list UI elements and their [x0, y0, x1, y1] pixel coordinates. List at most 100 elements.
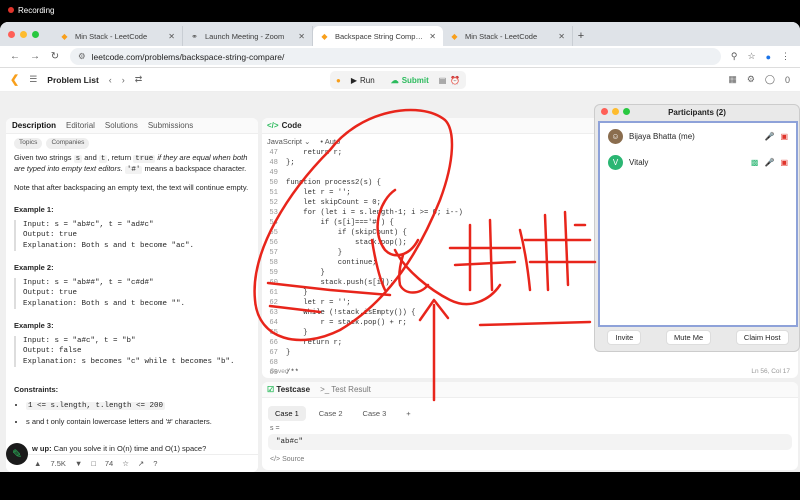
- run-button[interactable]: ▶ Run: [345, 76, 381, 85]
- timer-icon[interactable]: ⏰: [450, 76, 460, 85]
- help-icon[interactable]: ?: [153, 459, 157, 468]
- record-dot-icon: [8, 7, 14, 13]
- dislike-icon[interactable]: ▼: [75, 459, 82, 468]
- like-icon[interactable]: ▲: [34, 459, 41, 468]
- browser-tab[interactable]: ⚭ Launch Meeting - Zoom ✕: [183, 26, 313, 46]
- close-window-icon[interactable]: [8, 30, 15, 38]
- share-icon[interactable]: ↗: [138, 459, 144, 468]
- zoom-lens-icon[interactable]: ⚲: [731, 51, 738, 62]
- reload-icon[interactable]: ↻: [50, 51, 60, 62]
- add-case-icon[interactable]: +: [399, 406, 417, 421]
- submit-button[interactable]: ☁ Submit: [385, 76, 435, 85]
- line-code: for (let i = s.length-1; i >= 0; i--): [286, 209, 463, 217]
- line-number: 50: [269, 179, 278, 187]
- back-icon[interactable]: ←: [10, 51, 20, 62]
- line-number: 62: [269, 299, 278, 307]
- claim-host-button[interactable]: Claim Host: [735, 330, 789, 345]
- tab-submissions[interactable]: Submissions: [148, 121, 193, 130]
- example-title: Example 2:: [14, 263, 54, 272]
- profile-icon[interactable]: ●: [766, 52, 771, 62]
- close-window-icon[interactable]: [601, 108, 608, 115]
- debug-icon[interactable]: ●: [336, 76, 341, 85]
- cursor-position: Ln 56, Col 17: [751, 367, 790, 375]
- minimize-window-icon[interactable]: [612, 108, 619, 115]
- next-problem-icon[interactable]: ›: [122, 75, 125, 85]
- microphone-icon[interactable]: 🎤: [764, 158, 774, 167]
- browser-tab[interactable]: ◆ Min Stack - LeetCode ✕: [443, 26, 573, 46]
- tab-test-result[interactable]: >_ Test Result: [320, 385, 371, 394]
- close-tab-icon[interactable]: ✕: [558, 32, 565, 41]
- site-info-icon[interactable]: ⚙: [78, 51, 86, 62]
- example-1: Example 1: Input: s = "ab#c", t = "ad#c"…: [14, 205, 250, 251]
- line-code: while (!stack.isEmpty()) {: [286, 309, 416, 317]
- problem-list-link[interactable]: Problem List: [47, 75, 98, 85]
- companies-chip[interactable]: Companies: [46, 138, 90, 149]
- case-tab-3[interactable]: Case 3: [356, 406, 394, 421]
- line-number: 48: [269, 159, 278, 167]
- maximize-window-icon[interactable]: [32, 30, 39, 38]
- layout-icon[interactable]: ▦: [728, 74, 737, 85]
- maximize-window-icon[interactable]: [623, 108, 630, 115]
- test-result-label: Test Result: [331, 385, 371, 394]
- line-number: 51: [269, 189, 278, 197]
- leetcode-logo-icon[interactable]: ❮: [10, 73, 19, 86]
- coins-icon[interactable]: ◯: [765, 74, 775, 85]
- example-input: Input: s = "ab##", t = "c#d#": [23, 278, 154, 287]
- close-tab-icon[interactable]: ✕: [429, 32, 436, 41]
- tab-title: Min Stack - LeetCode: [75, 31, 148, 41]
- line-code: stack.push(s[i]);: [286, 279, 394, 287]
- video-off-icon[interactable]: ▣: [780, 132, 788, 141]
- new-tab-icon[interactable]: +: [573, 26, 589, 46]
- participants-header: Participants (2): [595, 105, 799, 119]
- settings-icon[interactable]: ⚙: [747, 74, 755, 85]
- line-code: }: [286, 249, 343, 257]
- prev-problem-icon[interactable]: ‹: [109, 75, 112, 85]
- example-title: Example 1:: [14, 205, 54, 214]
- comment-icon[interactable]: □: [91, 459, 96, 468]
- forward-icon[interactable]: →: [30, 51, 40, 62]
- topics-chip[interactable]: Topics: [14, 138, 43, 149]
- code-s: s: [73, 154, 83, 163]
- line-number: 61: [269, 289, 278, 297]
- shuffle-icon[interactable]: ⇄: [135, 74, 143, 85]
- mute-me-button[interactable]: Mute Me: [666, 330, 712, 345]
- participants-list: ☺ Bijaya Bhatta (me) 🎤 ▣ V Vitaly ▩ 🎤 ▣: [598, 121, 798, 327]
- case-input[interactable]: "ab#c": [268, 434, 792, 450]
- microphone-icon[interactable]: 🎤: [764, 132, 774, 141]
- browser-menu-icon[interactable]: ⋮: [781, 51, 790, 62]
- minimize-window-icon[interactable]: [20, 30, 27, 38]
- constraints-list: 1 <= s.length, t.length <= 200 s and t o…: [14, 400, 250, 428]
- tab-description[interactable]: Description: [12, 121, 56, 130]
- tab-editorial[interactable]: Editorial: [66, 121, 95, 130]
- tab-solutions[interactable]: Solutions: [105, 121, 138, 130]
- video-off-icon[interactable]: ▣: [780, 158, 788, 167]
- recording-label: Recording: [18, 5, 55, 15]
- browser-tab-active[interactable]: ◆ Backspace String Compare - ✕: [313, 26, 443, 46]
- notes-icon[interactable]: ▤: [439, 76, 447, 85]
- globe-icon: ⚭: [191, 31, 198, 41]
- leetcode-icon: ◆: [61, 31, 68, 41]
- source-link[interactable]: </> Source: [262, 452, 798, 467]
- bookmark-star-icon[interactable]: ☆: [747, 51, 755, 62]
- participant-row[interactable]: V Vitaly ▩ 🎤 ▣: [600, 149, 796, 175]
- pen-annotation-icon[interactable]: ✎: [6, 443, 28, 465]
- line-code: return r;: [286, 339, 343, 347]
- line-number: 65: [269, 329, 278, 337]
- language-select[interactable]: JavaScript ⌄: [267, 137, 310, 146]
- favorite-star-icon[interactable]: ☆: [122, 459, 129, 468]
- tab-testcase[interactable]: ☑ Testcase: [267, 385, 310, 394]
- example-explanation: Explanation: Both s and t become "".: [23, 299, 186, 308]
- url-field[interactable]: ⚙ leetcode.com/problems/backspace-string…: [70, 48, 721, 65]
- auto-label: Auto: [324, 136, 341, 146]
- line-number: 67: [269, 349, 278, 357]
- case-tab-2[interactable]: Case 2: [312, 406, 350, 421]
- browser-tab[interactable]: ◆ Min Stack - LeetCode ✕: [53, 26, 183, 46]
- participant-row[interactable]: ☺ Bijaya Bhatta (me) 🎤 ▣: [600, 123, 796, 149]
- note-paragraph: Note that after backspacing an empty tex…: [14, 182, 249, 192]
- close-tab-icon[interactable]: ✕: [298, 32, 305, 41]
- case-tab-1[interactable]: Case 1: [268, 406, 306, 421]
- invite-button[interactable]: Invite: [607, 330, 642, 345]
- example-input: Input: s = "ab#c", t = "ad#c": [23, 220, 154, 229]
- close-tab-icon[interactable]: ✕: [168, 32, 175, 41]
- auto-toggle[interactable]: • Auto: [320, 137, 340, 146]
